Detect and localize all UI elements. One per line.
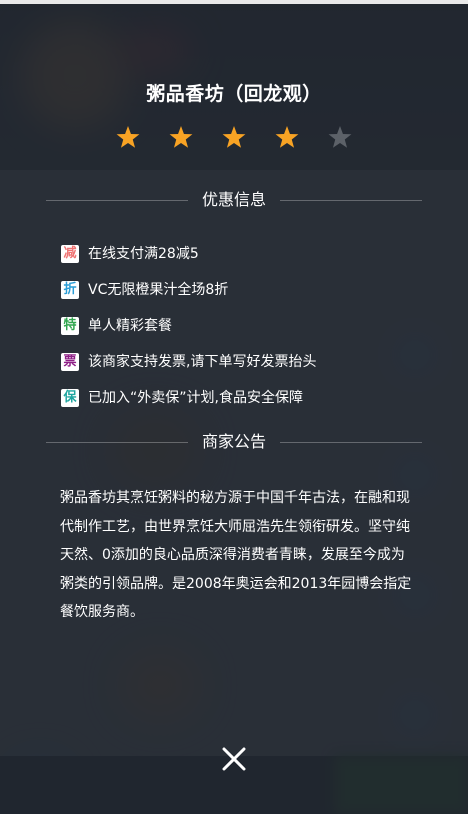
star-empty-icon xyxy=(328,126,352,148)
promo-item: 特单人精彩套餐 xyxy=(61,308,316,344)
store-name: 粥品香坊（回龙观） xyxy=(146,83,322,105)
promo-text: 该商家支持发票,请下单写好发票抬头 xyxy=(88,354,317,370)
divider xyxy=(280,199,423,201)
promo-text: VC无限橙果汁全场8折 xyxy=(88,282,229,298)
notice-section-header: 商家公告 xyxy=(46,431,423,453)
promo-badge-icon: 票 xyxy=(61,353,79,371)
promo-badge-icon: 特 xyxy=(61,317,79,335)
promo-text: 在线支付满28减5 xyxy=(88,246,199,262)
notice-text: 粥品香坊其烹饪粥料的秘方源于中国千年古法，在融和现代制作工艺，由世界烹饪大师屈浩… xyxy=(60,490,412,620)
promo-section-header: 优惠信息 xyxy=(46,189,423,211)
star-filled-icon xyxy=(275,126,299,148)
rating-stars xyxy=(0,124,468,150)
notice-section-title: 商家公告 xyxy=(202,432,267,451)
seller-detail-modal: 粥品香坊（回龙观） 优惠信息 减在线支付满28减5 折 VC无限橙果汁全场8折特单人… xyxy=(0,0,468,814)
star-filled-icon xyxy=(222,126,246,148)
promo-item: 减在线支付满28减5 xyxy=(61,236,316,272)
promo-item: 保已加入“外卖保”计划,食品安全保障 xyxy=(61,380,316,416)
close-button[interactable] xyxy=(220,745,248,773)
star-filled-icon xyxy=(116,126,140,148)
promo-text: 单人精彩套餐 xyxy=(88,318,172,334)
star-filled-icon xyxy=(169,126,193,148)
promo-text: 已加入“外卖保”计划,食品安全保障 xyxy=(88,390,303,406)
promo-item: 折 VC无限橙果汁全场8折 xyxy=(61,272,316,308)
promo-badge-icon: 保 xyxy=(61,389,79,407)
divider xyxy=(46,199,188,201)
divider xyxy=(46,441,188,443)
promo-badge-icon: 折 xyxy=(61,281,79,299)
promo-list: 减在线支付满28减5 折 VC无限橙果汁全场8折特单人精彩套餐票该商家支持发票,请下… xyxy=(61,236,316,416)
close-icon xyxy=(222,747,246,771)
promo-item: 票该商家支持发票,请下单写好发票抬头 xyxy=(61,344,316,380)
promo-badge-icon: 减 xyxy=(61,245,79,263)
divider xyxy=(280,441,423,443)
promo-section-title: 优惠信息 xyxy=(202,190,267,209)
